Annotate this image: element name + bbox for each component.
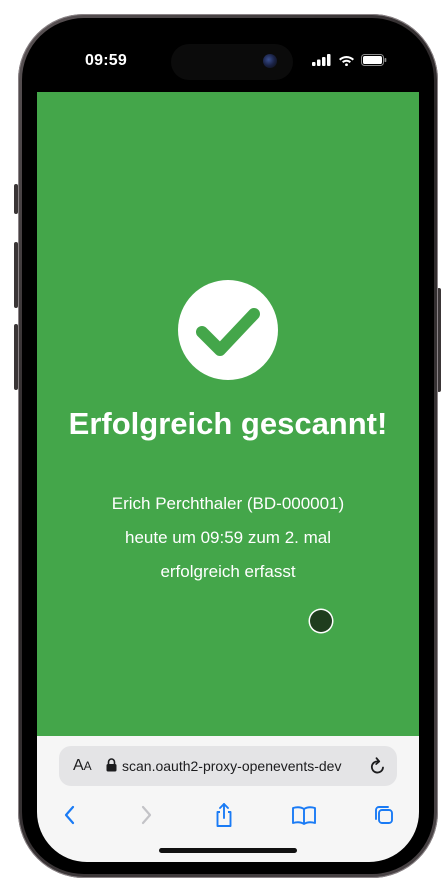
forward-chevron-icon: [141, 805, 152, 825]
share-button[interactable]: [209, 802, 239, 828]
phone-mockup: 09:59 Erfolgreich gescannt! Erich Percht…: [0, 0, 448, 887]
wifi-icon: [339, 56, 354, 66]
back-button[interactable]: [55, 802, 85, 828]
message-line-3: erfolgreich erfasst: [160, 562, 296, 581]
success-headline: Erfolgreich gescannt!: [68, 406, 388, 441]
reload-icon[interactable]: [369, 756, 387, 776]
share-icon: [216, 803, 232, 827]
back-chevron-icon: [64, 805, 75, 825]
tabs-button[interactable]: [369, 802, 399, 828]
tabs-icon: [375, 806, 393, 824]
lock-icon: [106, 758, 117, 772]
url-text: scan.oauth2-proxy-openevents-dev: [122, 758, 342, 774]
forward-button[interactable]: [131, 802, 161, 828]
status-bar: 09:59: [37, 30, 419, 92]
message-line-1: Erich Perchthaler (BD-000001): [111, 494, 345, 513]
home-indicator: [159, 848, 297, 853]
bookmarks-button[interactable]: [289, 802, 319, 828]
front-camera: [263, 54, 277, 68]
touch-indicator-dot: [310, 610, 332, 632]
checkmark-icon: [196, 308, 260, 356]
status-time: 09:59: [85, 52, 127, 69]
signal-bars-icon: [312, 54, 331, 66]
browser-bottom-bar: AA scan.oauth2-proxy-openevents-dev: [37, 736, 419, 862]
aa-small: A: [83, 759, 92, 773]
success-badge: [178, 280, 278, 380]
bookmarks-book-icon: [292, 806, 316, 825]
status-icons: [312, 54, 387, 66]
scan-success-view: Erfolgreich gescannt! Erich Perchthaler …: [37, 92, 419, 736]
aa-large: A: [73, 757, 84, 774]
message-line-2: heute um 09:59 zum 2. mal: [124, 528, 331, 547]
reader-options-button[interactable]: AA: [73, 757, 92, 775]
phone-screen: 09:59 Erfolgreich gescannt! Erich Percht…: [37, 30, 419, 862]
address-bar[interactable]: AA scan.oauth2-proxy-openevents-dev: [59, 746, 397, 786]
battery-icon: [361, 54, 387, 66]
